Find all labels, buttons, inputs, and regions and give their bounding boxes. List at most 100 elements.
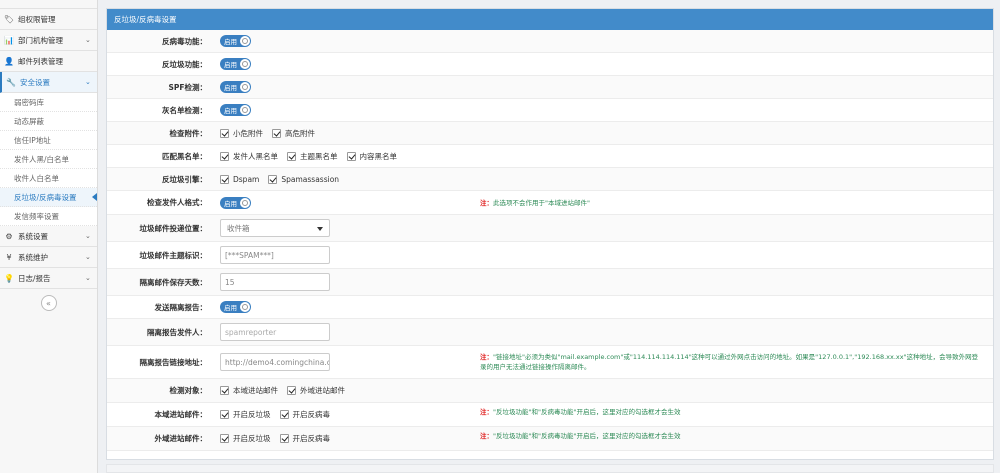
- report-link-input[interactable]: http://demo4.comingchina.c: [220, 353, 330, 371]
- main-content: 反垃圾/反病毒设置 反病毒功能： 启用 反垃圾功能： 启用 SPF检测： 启用 …: [106, 0, 1000, 473]
- checkbox-sender-blacklist[interactable]: 发件人黑名单: [220, 151, 278, 162]
- field-label: 垃圾邮件投递位置：: [139, 223, 208, 233]
- row-antivirus: 反病毒功能： 启用: [107, 30, 993, 53]
- sidebar-sub-antispam[interactable]: 反垃圾/反病毒设置: [0, 188, 97, 207]
- sidebar-item-mailing-lists[interactable]: 👤 邮件列表管理: [0, 51, 97, 72]
- sidebar-sub-sender-lists[interactable]: 发件人黑/白名单: [0, 150, 97, 169]
- sidebar-sub-recipient-whitelist[interactable]: 收件人白名单: [0, 169, 97, 188]
- quarantine-days-input[interactable]: 15: [220, 273, 330, 291]
- field-label: 反垃圾引擎：: [162, 174, 207, 184]
- antispam-toggle[interactable]: 启用: [220, 58, 251, 70]
- sidebar-item-security[interactable]: 🔧 安全设置 ⌄: [0, 72, 97, 93]
- sidebar-sub-dynamic-block[interactable]: 动态屏蔽: [0, 112, 97, 131]
- row-spam-engine: 反垃圾引擎： Dspam Spamassassion: [107, 168, 993, 191]
- note-prefix: 注：: [480, 199, 493, 207]
- collapse-sidebar-icon[interactable]: «: [40, 295, 57, 311]
- note-prefix: 注：: [480, 353, 493, 361]
- checkbox-spamassassin[interactable]: Spamassassion: [268, 174, 339, 184]
- row-remote-inbound: 外域进站邮件： 开启反垃圾 开启反病毒 注："反垃圾功能"和"反病毒功能"开启后…: [107, 427, 993, 451]
- toggle-text: 启用: [224, 304, 237, 312]
- bar-chart-icon: 📊: [4, 35, 14, 45]
- note-text: "反垃圾功能"和"反病毒功能"开启后，这里对应的勾选框才会生效: [493, 408, 681, 416]
- row-report-link: 隔离报告链接地址： http://demo4.comingchina.c 注："…: [107, 346, 993, 379]
- checkbox-label: 主题黑名单: [300, 151, 338, 161]
- row-spam-tag: 垃圾邮件主题标识： [***SPAM***]: [107, 242, 993, 269]
- chevron-down-icon: ⌄: [85, 36, 91, 44]
- checkbox-label: 本域进站邮件: [233, 386, 278, 395]
- spf-toggle[interactable]: 启用: [220, 81, 251, 93]
- row-send-report: 发送隔离报告： 启用: [107, 296, 993, 319]
- field-label: 反垃圾功能：: [162, 59, 207, 69]
- wrench-icon: 🔧: [6, 77, 16, 87]
- checkbox-local-inbound[interactable]: 本域进站邮件: [220, 385, 278, 396]
- checkbox-label: 外域进站邮件: [300, 386, 345, 395]
- checkbox-subject-blacklist[interactable]: 主题黑名单: [287, 151, 338, 162]
- field-label: 检查附件：: [169, 128, 208, 138]
- checkbox-checked-icon: [287, 386, 296, 395]
- sidebar-sub-send-rate[interactable]: 发信频率设置: [0, 207, 97, 226]
- toggle-text: 启用: [224, 199, 237, 208]
- checkbox-checked-icon: [268, 174, 278, 184]
- checkbox-label: 开启反病毒: [292, 410, 331, 419]
- chevron-down-icon: ⌄: [85, 78, 91, 86]
- note-text: "反垃圾功能"和"反病毒功能"开启后，这里对应的勾选框才会生效: [493, 432, 681, 440]
- checkbox-content-blacklist[interactable]: 内容黑名单: [346, 151, 397, 162]
- checkbox-high-risk[interactable]: 高危附件: [272, 128, 315, 139]
- greylist-toggle[interactable]: 启用: [220, 104, 251, 116]
- sidebar-item-maintenance[interactable]: ¥ 系统维护 ⌄: [0, 247, 97, 268]
- sidebar-sub-trusted-ip[interactable]: 信任IP地址: [0, 131, 97, 150]
- checkbox-checked-icon: [220, 128, 229, 138]
- checkbox-label: 开启反病毒: [292, 434, 331, 443]
- select-value: 收件箱: [227, 223, 250, 233]
- sidebar-item-label: 系统维护: [18, 252, 48, 262]
- row-blacklist-match: 匹配黑名单： 发件人黑名单 主题黑名单 内容黑名单: [107, 145, 993, 168]
- checkbox-remote-antispam[interactable]: 开启反垃圾: [220, 433, 271, 444]
- note-text: "链接地址"必须为类似"mail.example.com"或"114.114.1…: [480, 353, 979, 371]
- field-label: 匹配黑名单：: [162, 151, 207, 161]
- row-spam-folder: 垃圾邮件投递位置： 收件箱: [107, 215, 993, 242]
- sidebar-sub-weak-passwords[interactable]: 弱密码库: [0, 93, 97, 112]
- sidebar-item-label: 邮件列表管理: [18, 56, 63, 66]
- note-prefix: 注：: [480, 432, 493, 440]
- sidebar-item-partial[interactable]: [0, 0, 97, 9]
- toggle-text: 启用: [224, 84, 237, 92]
- sender-format-note: 注：此选项不会作用于"本域进站邮件": [480, 198, 590, 208]
- checkbox-low-risk[interactable]: 小危附件: [220, 128, 263, 139]
- sidebar-item-logs[interactable]: 💡 日志/报告 ⌄: [0, 268, 97, 289]
- toggle-text: 启用: [224, 107, 237, 115]
- row-greylist: 灰名单检测： 启用: [107, 99, 993, 122]
- field-label: 隔离邮件保存天数：: [139, 277, 208, 287]
- sidebar-item-departments[interactable]: 📊 部门机构管理 ⌄: [0, 30, 97, 51]
- spam-tag-input[interactable]: [***SPAM***]: [220, 246, 330, 264]
- spam-folder-select[interactable]: 收件箱: [220, 219, 330, 237]
- sidebar-item-label: 日志/报告: [18, 273, 51, 283]
- report-sender-input[interactable]: spamreporter: [220, 323, 330, 341]
- gear-icon: ⚙: [5, 231, 13, 241]
- sender-format-toggle[interactable]: 启用: [220, 196, 251, 209]
- checkbox-checked-icon: [287, 151, 296, 161]
- send-report-toggle[interactable]: 启用: [220, 301, 251, 313]
- toggle-knob: [240, 82, 250, 92]
- checkbox-label: 小危附件: [233, 128, 263, 138]
- toggle-text: 启用: [224, 61, 237, 69]
- checkbox-remote-antivirus[interactable]: 开启反病毒: [279, 433, 331, 444]
- checkbox-local-antispam[interactable]: 开启反垃圾: [220, 409, 271, 420]
- checkbox-label: 发件人黑名单: [233, 151, 278, 161]
- row-report-sender: 隔离报告发件人： spamreporter: [107, 319, 993, 346]
- sidebar-item-label: 系统设置: [18, 231, 48, 241]
- field-label: 隔离报告发件人：: [147, 327, 207, 337]
- sidebar-item-group-permissions[interactable]: 🏷 组权限管理: [0, 9, 97, 30]
- checkbox-remote-inbound[interactable]: 外域进站邮件: [287, 385, 345, 396]
- checkbox-dspam[interactable]: Dspam: [220, 174, 260, 184]
- sidebar-item-system-settings[interactable]: ⚙ 系统设置 ⌄: [0, 226, 97, 247]
- remote-inbound-note: 注："反垃圾功能"和"反病毒功能"开启后，这里对应的勾选框才会生效: [480, 431, 680, 441]
- antivirus-toggle[interactable]: 启用: [220, 35, 251, 47]
- checkbox-checked-icon: [272, 128, 281, 138]
- field-label: 灰名单检测：: [162, 105, 207, 115]
- checkbox-checked-icon: [220, 151, 229, 161]
- note-text: 此选项不会作用于"本域进站邮件": [493, 199, 590, 207]
- sidebar: 🏷 组权限管理 📊 部门机构管理 ⌄ 👤 邮件列表管理 🔧 安全设置 ⌄ 弱密码…: [0, 0, 98, 473]
- checkbox-label: Dspam: [233, 174, 260, 184]
- row-quarantine-days: 隔离邮件保存天数： 15: [107, 269, 993, 296]
- checkbox-local-antivirus[interactable]: 开启反病毒: [279, 409, 331, 420]
